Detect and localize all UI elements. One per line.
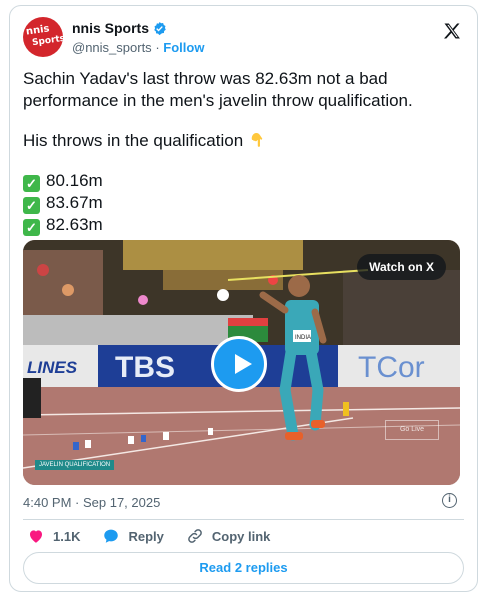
checkmark-icon: ✓ [23, 219, 40, 236]
throw-2-value: 83.67m [46, 193, 103, 212]
checkmark-icon: ✓ [23, 197, 40, 214]
action-bar: 1.1K Reply Copy link [27, 527, 292, 545]
avatar[interactable]: nnis Sports [23, 17, 63, 57]
tweet-timestamp[interactable]: 4:40 PM · Sep 17, 2025 [23, 495, 160, 510]
x-logo-icon[interactable] [442, 21, 462, 41]
tweet-header: nnis Sports nnis Sports @nnis_sports · F… [23, 17, 464, 59]
name-row: nnis Sports [72, 20, 167, 36]
video-player[interactable]: LINES TBS TCor INDIA Watch on X Go Live … [23, 240, 460, 485]
tweet-line-1: Sachin Yadav's last throw was 82.63m not… [23, 69, 413, 110]
like-count: 1.1K [53, 528, 81, 544]
throw-1: ✓ 80.16m [23, 170, 463, 192]
follow-button[interactable]: Follow [163, 40, 204, 55]
verified-icon [154, 21, 166, 35]
checkmark-icon: ✓ [23, 175, 40, 192]
tweet-line-2: His throws in the qualification [23, 130, 463, 152]
tweet-text: Sachin Yadav's last throw was 82.63m not… [23, 68, 463, 236]
reply-label: Reply [128, 528, 164, 544]
reply-icon [104, 529, 119, 543]
play-icon[interactable] [211, 336, 267, 392]
banner-text-1: LINES [27, 358, 78, 377]
pointing-down-icon [251, 133, 263, 147]
like-button[interactable]: 1.1K [27, 527, 80, 545]
account-handle[interactable]: @nnis_sports [72, 40, 152, 55]
go-live-label: Go Live [385, 420, 439, 440]
tweet-line-2-text: His throws in the qualification [23, 131, 244, 150]
copy-link-label: Copy link [211, 528, 271, 544]
banner-text-3: TCor [358, 351, 425, 384]
divider [23, 519, 464, 520]
read-replies-button[interactable]: Read 2 replies [23, 552, 464, 584]
banner-text-2: TBS [115, 351, 175, 384]
info-icon[interactable]: i [442, 493, 457, 508]
separator: · [155, 40, 160, 55]
link-icon [188, 529, 202, 543]
account-name[interactable]: nnis Sports [72, 20, 149, 36]
heart-icon [30, 530, 42, 543]
throw-1-value: 80.16m [46, 171, 103, 190]
tweet-card[interactable]: nnis Sports nnis Sports @nnis_sports · F… [9, 5, 478, 592]
reply-button[interactable]: Reply [102, 527, 164, 545]
watch-on-x-button[interactable]: Watch on X [357, 254, 446, 280]
throw-2: ✓ 83.67m [23, 192, 463, 214]
bib-text: INDIA [295, 335, 311, 341]
broadcast-caption: JAVELIN QUALIFICATION [35, 460, 115, 470]
throw-3: ✓ 82.63m [23, 214, 463, 236]
throw-3-value: 82.63m [46, 215, 103, 234]
copy-link-button[interactable]: Copy link [186, 527, 271, 545]
handle-row: @nnis_sports · Follow [72, 40, 204, 55]
